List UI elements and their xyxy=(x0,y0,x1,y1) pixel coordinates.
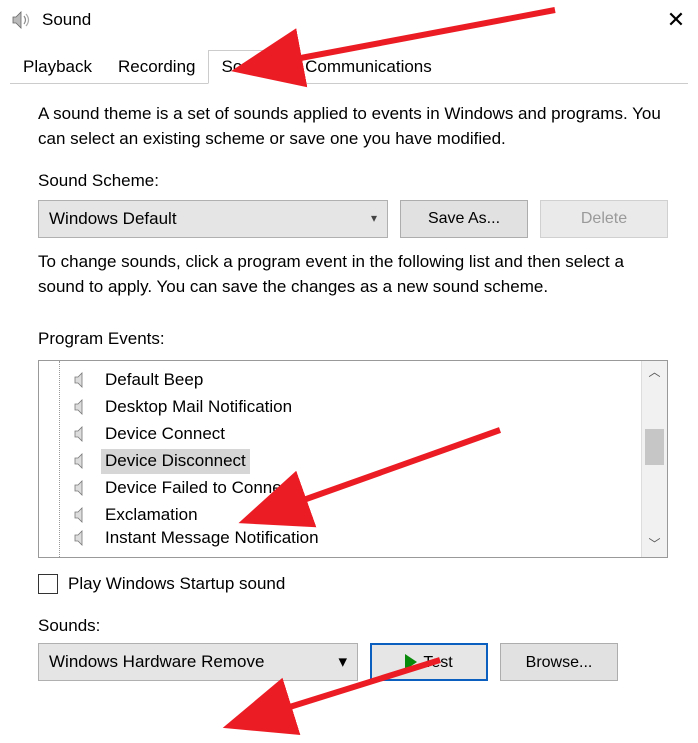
program-event-item[interactable]: Exclamation xyxy=(39,502,641,529)
tree-line xyxy=(59,361,60,557)
program-event-label: Exclamation xyxy=(101,503,202,528)
sounds-label: Sounds: xyxy=(38,614,668,639)
tab-playback[interactable]: Playback xyxy=(10,50,105,83)
program-event-label: Instant Message Notification xyxy=(101,529,323,547)
program-event-label: Device Failed to Connect xyxy=(101,476,299,501)
scroll-down-button[interactable]: ﹀ xyxy=(642,533,667,557)
sound-icon xyxy=(73,529,93,547)
sounds-value: Windows Hardware Remove xyxy=(49,650,264,675)
sound-icon xyxy=(73,506,93,524)
change-sounds-text: To change sounds, click a program event … xyxy=(38,250,668,299)
program-event-item[interactable]: Device Failed to Connect xyxy=(39,475,641,502)
tab-recording[interactable]: Recording xyxy=(105,50,209,83)
program-event-item[interactable]: Instant Message Notification xyxy=(39,529,641,547)
tab-sounds[interactable]: Sounds xyxy=(208,50,292,84)
save-as-button[interactable]: Save As... xyxy=(400,200,528,238)
sound-icon xyxy=(10,9,32,31)
scroll-up-button[interactable]: ︿ xyxy=(642,361,667,385)
chevron-down-icon: ▾ xyxy=(338,650,347,675)
program-event-item[interactable]: Device Connect xyxy=(39,421,641,448)
description-text: A sound theme is a set of sounds applied… xyxy=(38,102,668,151)
program-events-label: Program Events: xyxy=(38,327,668,352)
sound-icon xyxy=(73,425,93,443)
scroll-track[interactable] xyxy=(642,385,667,533)
program-event-label: Desktop Mail Notification xyxy=(101,395,296,420)
window-title: Sound xyxy=(42,10,91,30)
sound-scheme-label: Sound Scheme: xyxy=(38,169,668,194)
chevron-down-icon: ▾ xyxy=(371,210,377,227)
program-event-item[interactable]: Default Beep xyxy=(39,367,641,394)
program-event-label: Device Disconnect xyxy=(101,449,250,474)
sound-icon xyxy=(73,452,93,470)
close-button[interactable]: ✕ xyxy=(664,7,688,33)
sound-scheme-value: Windows Default xyxy=(49,207,177,232)
browse-button[interactable]: Browse... xyxy=(500,643,618,681)
sound-icon xyxy=(73,371,93,389)
sound-icon xyxy=(73,398,93,416)
delete-button: Delete xyxy=(540,200,668,238)
program-events-listbox[interactable]: Default BeepDesktop Mail NotificationDev… xyxy=(38,360,668,558)
test-button-label: Test xyxy=(423,651,452,674)
scrollbar[interactable]: ︿ ﹀ xyxy=(641,361,667,557)
program-event-item[interactable]: Device Disconnect xyxy=(39,448,641,475)
scroll-thumb[interactable] xyxy=(645,429,664,465)
tab-communications[interactable]: Communications xyxy=(292,50,445,83)
sound-icon xyxy=(73,479,93,497)
sounds-dropdown[interactable]: Windows Hardware Remove ▾ xyxy=(38,643,358,681)
test-button[interactable]: Test xyxy=(370,643,488,681)
program-event-label: Device Connect xyxy=(101,422,229,447)
tabs: Playback Recording Sounds Communications xyxy=(10,50,688,84)
program-event-label: Default Beep xyxy=(101,368,207,393)
startup-sound-checkbox[interactable] xyxy=(38,574,58,594)
sound-scheme-dropdown[interactable]: Windows Default ▾ xyxy=(38,200,388,238)
startup-sound-label: Play Windows Startup sound xyxy=(68,572,285,597)
play-icon xyxy=(405,654,417,670)
titlebar: Sound ✕ xyxy=(0,0,698,40)
program-event-item[interactable]: Desktop Mail Notification xyxy=(39,394,641,421)
